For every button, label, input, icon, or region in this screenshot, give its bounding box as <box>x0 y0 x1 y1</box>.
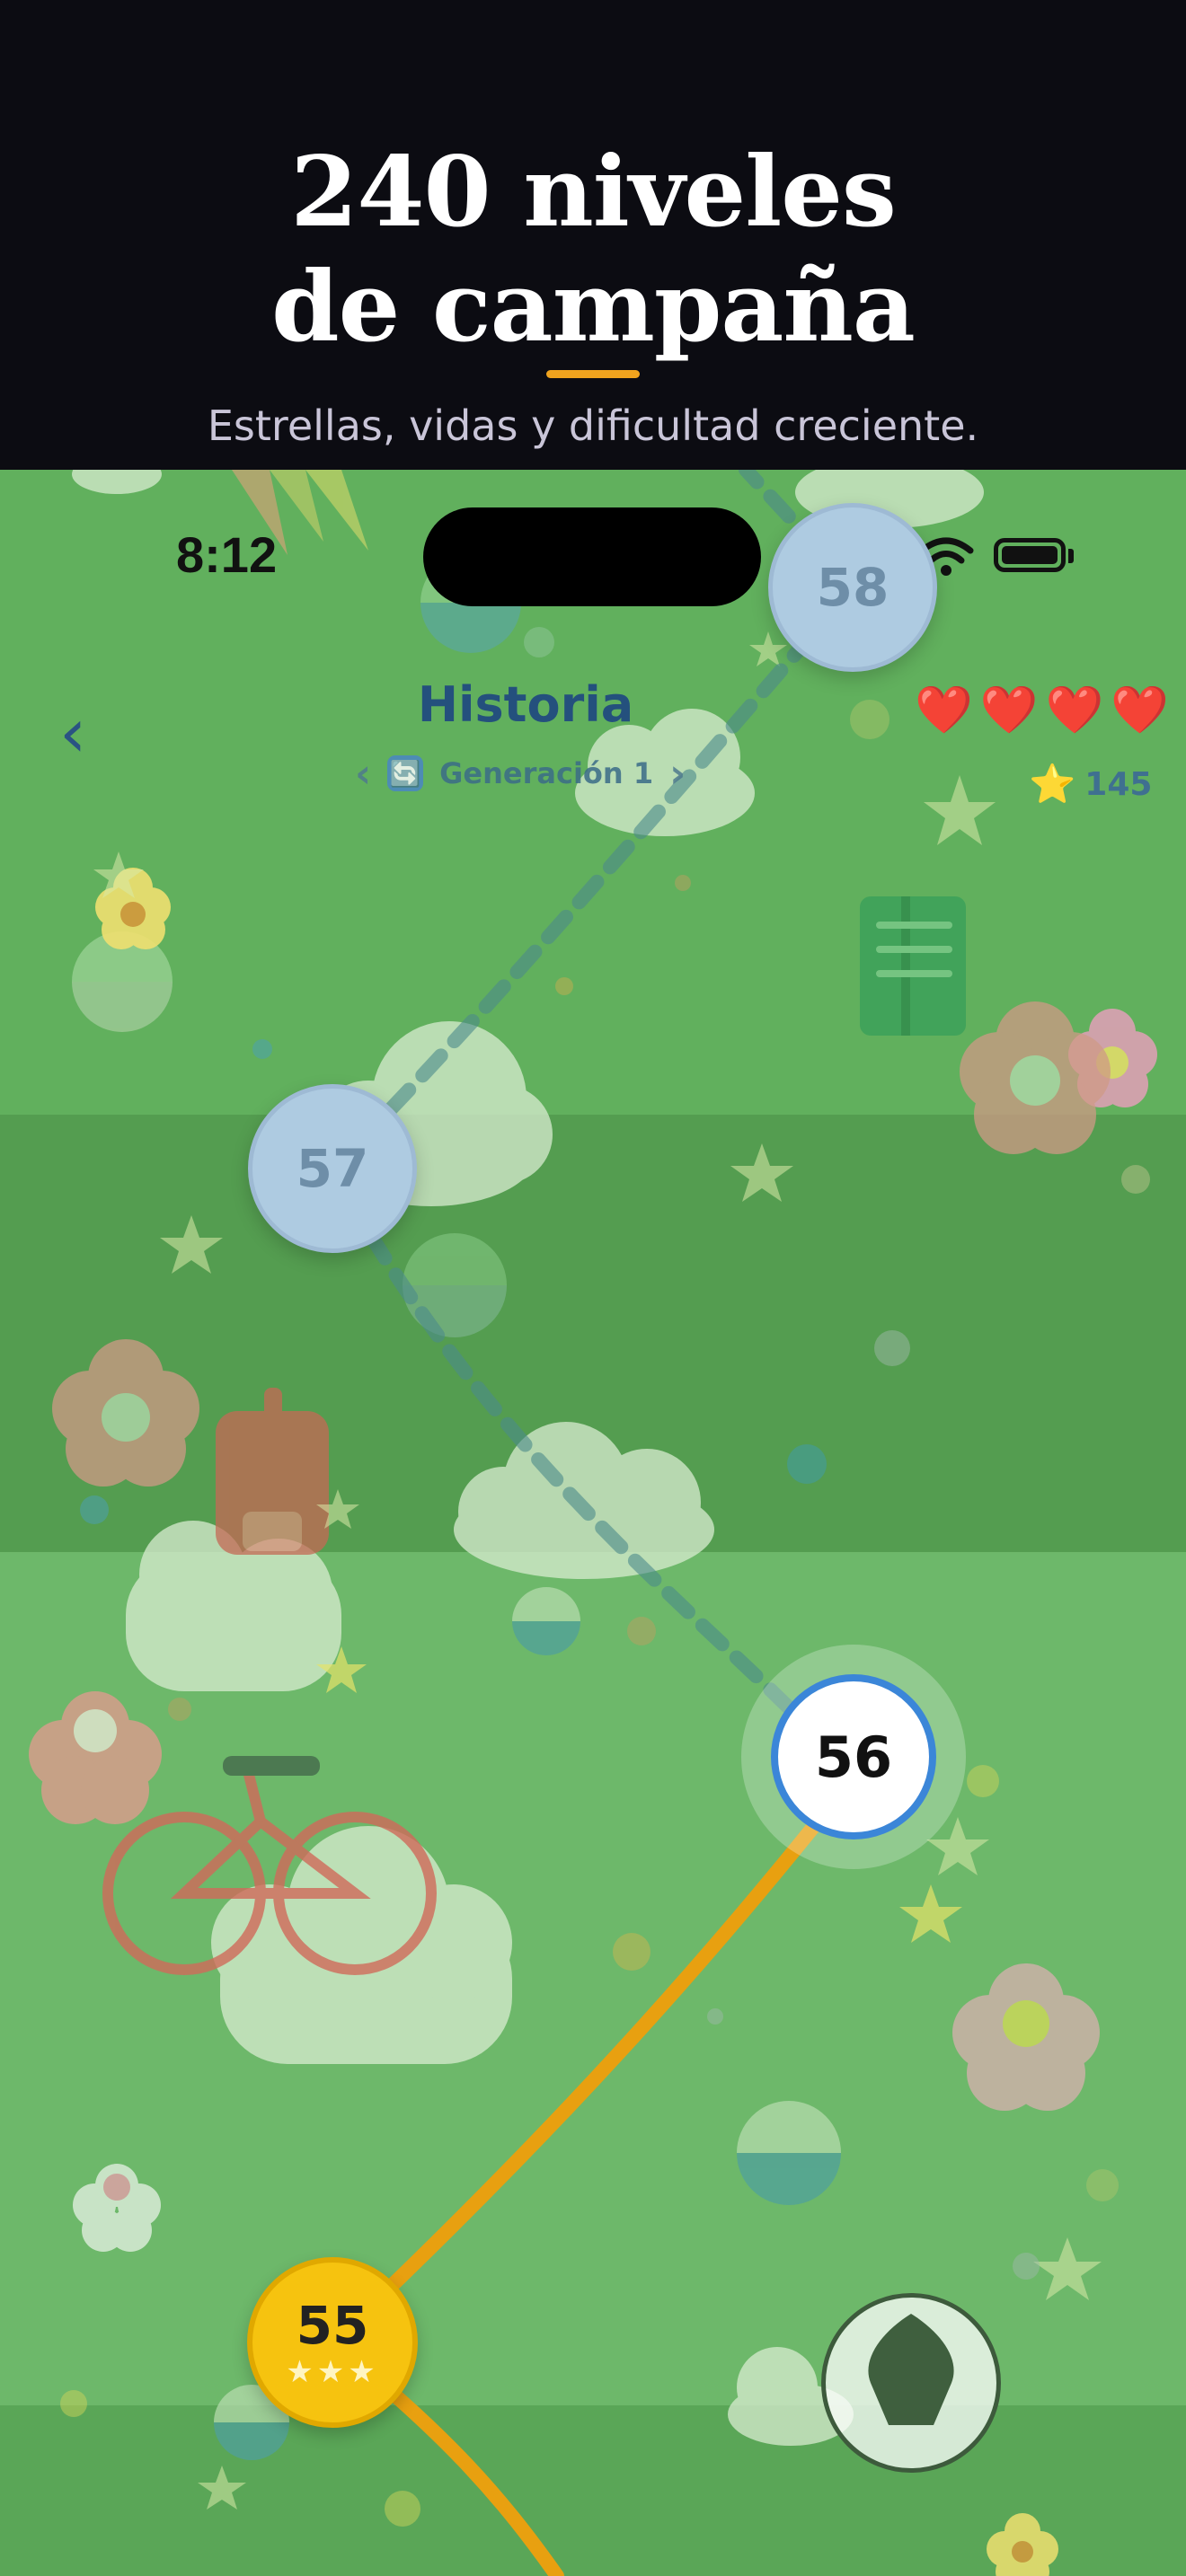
star-icon: ⭐ <box>1029 762 1076 806</box>
star-icon <box>899 1884 962 1943</box>
flower-icon <box>960 1001 1111 1154</box>
heart-icon: ❤️ <box>1111 684 1169 737</box>
generation-next-button[interactable]: › <box>669 751 686 797</box>
generation-selector: ‹ 🔄 Generación 1 › <box>355 746 686 800</box>
battery-tip <box>1068 549 1074 563</box>
level-node-56[interactable]: 56 <box>771 1674 936 1839</box>
star-icon <box>749 631 787 666</box>
map-action-button[interactable] <box>821 2293 1001 2473</box>
battery-icon <box>994 538 1066 572</box>
generation-label: Generación 1 <box>439 756 654 790</box>
star-icon <box>1033 2237 1102 2300</box>
star-icon <box>924 775 996 845</box>
heart-icon: ❤️ <box>915 684 973 737</box>
cloud-icon <box>72 470 162 494</box>
level-node-57[interactable]: 57 <box>248 1084 417 1253</box>
heart-icon: ❤️ <box>979 684 1039 737</box>
campaign-map-screen: 8:12 ‹ Historia ‹ 🔄 Generación 1 › ❤️ ❤️… <box>0 470 1186 2576</box>
heart-icon: ❤️ <box>1045 684 1104 737</box>
level-number: 56 <box>814 1724 893 1790</box>
promo-title-line1: 240 niveles <box>290 136 897 249</box>
screen-title: Historia <box>417 676 634 733</box>
promo-header: 240 niveles de campaña Estrellas, vidas … <box>0 0 1186 470</box>
stars-total-value: 145 <box>1084 765 1153 803</box>
stars-total: ⭐ 145 <box>1029 762 1152 807</box>
promo-title-line2: de campaña <box>271 251 916 364</box>
level-stars: ★★★ <box>286 2354 379 2390</box>
level-number: 57 <box>296 1138 369 1199</box>
status-time: 8:12 <box>176 526 278 583</box>
book-icon <box>860 896 966 1036</box>
flower-icon <box>52 1339 199 1486</box>
generation-prev-button[interactable]: ‹ <box>355 751 371 797</box>
ball-icon <box>737 2101 841 2205</box>
star-icon <box>730 1143 793 1202</box>
level-node-58[interactable]: 58 <box>768 503 937 672</box>
dynamic-island <box>423 507 761 606</box>
backpack-icon <box>216 1388 329 1555</box>
ball-icon <box>512 1587 580 1655</box>
flower-icon <box>952 1963 1100 2111</box>
flower-icon <box>95 868 171 949</box>
level-number: 55 <box>296 2295 369 2356</box>
level-number: 58 <box>816 557 890 618</box>
title-accent-underline <box>546 370 640 378</box>
app-store-screenshot: 240 niveles de campaña Estrellas, vidas … <box>0 0 1186 2576</box>
star-icon <box>160 1215 223 1274</box>
level-node-55[interactable]: 55 ★★★ <box>247 2257 418 2428</box>
promo-subtitle: Estrellas, vidas y dificultad creciente. <box>207 401 979 450</box>
leaf-icon <box>868 2314 954 2425</box>
refresh-icon: 🔄 <box>387 755 424 791</box>
promo-title: 240 niveles de campaña <box>0 135 1186 365</box>
star-icon <box>198 2466 246 2510</box>
ball-icon <box>403 1233 507 1337</box>
lives-indicator: ❤️ ❤️ ❤️ ❤️ <box>915 684 1169 737</box>
flower-icon <box>987 2513 1058 2576</box>
